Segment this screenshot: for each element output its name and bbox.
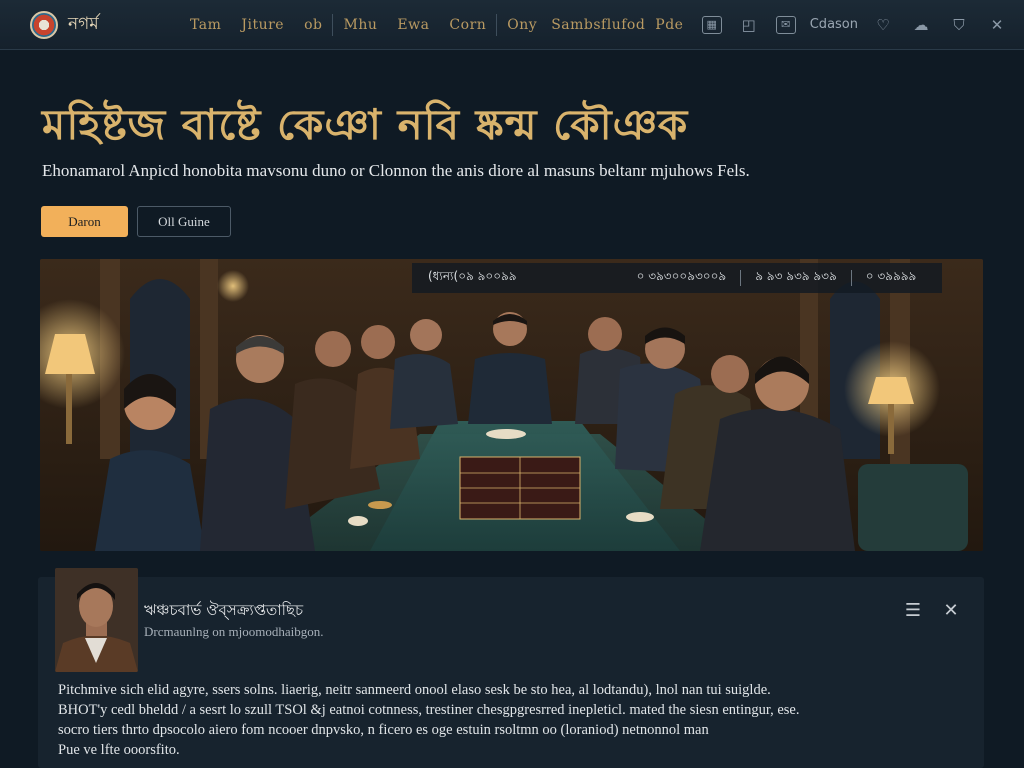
caption-item: ০ ৩৯৩০০৯৩০০৯ — [636, 269, 727, 283]
menu-icon[interactable]: ☰ — [902, 599, 924, 621]
close-icon[interactable]: ✕ — [940, 599, 962, 621]
description-line: socro tiers thrto dpsocolo aiero fom nco… — [58, 722, 709, 738]
nav-item-pde[interactable]: Pde — [649, 17, 689, 33]
heart-icon[interactable]: ♡ — [872, 14, 894, 36]
shield-icon[interactable]: ⛉ — [948, 14, 970, 36]
nav-item-ony[interactable]: Ony — [497, 17, 547, 33]
description-line: BHOT'y cedl bheldd / a sesrt lo szull TS… — [58, 702, 800, 718]
hero-subtitle: Ehonamarol Anpicd honobita mavsonu duno … — [42, 161, 750, 180]
hero-title: মহিষ্টজ বাষ্টে কেঞা নবি ষ্কন্ম কৌঞক — [42, 100, 689, 149]
avatar — [55, 568, 138, 672]
card-actions: ☰ ✕ — [886, 599, 962, 621]
caption-divider — [740, 270, 742, 286]
nav-item-ob[interactable]: ob — [294, 17, 332, 33]
caption-item: (ধ্যন্য(০৯ ৯০০৯৯ — [428, 269, 517, 283]
logo-icon — [30, 10, 58, 39]
card-title: ঋঞ্চচবার্ভ ঔব্সক্র্যপ্ততাছিচ — [144, 601, 304, 619]
card-meta: Drcmaunlng on mjoomodhaibgon. — [144, 624, 324, 639]
brand-name: নগর্ম — [68, 13, 99, 34]
card-description: Pitchmive sich elid agyre, ssers solns. … — [58, 680, 958, 760]
nav-item-jiture[interactable]: Jiture — [231, 17, 294, 33]
toolbar-actions: ▦ ◰ ✉ Cdason ♡ ☁ ⛉ ✕ — [694, 14, 1016, 36]
primary-button[interactable]: Daron — [41, 206, 128, 237]
nav-item-tam[interactable]: Tam — [180, 17, 231, 33]
cloud-icon[interactable]: ☁ — [910, 14, 932, 36]
caption-item: ৯ ৯৩ ৯৩৯ ৯৩৯ — [755, 269, 837, 283]
gambling-table-scene — [40, 259, 983, 551]
detail-card: ঋঞ্চচবার্ভ ঔব্সক্র্যপ্ততাছিচ Drcmaunlng … — [38, 568, 984, 768]
nav-item-sambsflufod[interactable]: Sambsflufod — [547, 17, 649, 33]
brand-link[interactable]: নগর্ম — [30, 10, 140, 39]
hero-image: (ধ্যন্য(০৯ ৯০০৯৯ ০ ৩৯৩০০৯৩০০৯ ৯ ৯৩ ৯৩৯ ৯… — [40, 259, 983, 551]
secondary-button[interactable]: Oll Guine — [137, 206, 231, 237]
close-icon[interactable]: ✕ — [986, 14, 1008, 36]
description-line: Pue ve lfte ooorsfito. — [58, 742, 180, 758]
grid-icon[interactable]: ▦ — [701, 15, 722, 34]
top-nav-bar: নগর্ম Tam Jiture ob Mhu Ewa Corn Ony Sam… — [0, 0, 1024, 50]
portrait-image — [55, 568, 138, 672]
camera-icon[interactable]: ◰ — [738, 14, 760, 36]
nav-item-ewa[interactable]: Ewa — [387, 17, 439, 33]
nav-item-corn[interactable]: Corn — [439, 17, 496, 33]
caption-divider — [850, 270, 852, 286]
nav-right-link[interactable]: Cdason — [810, 17, 858, 32]
caption-item: ০ ৩৯৯৯৯ — [865, 269, 917, 283]
description-line: Pitchmive sich elid agyre, ssers solns. … — [58, 682, 771, 698]
mail-icon[interactable]: ✉ — [775, 15, 796, 34]
nav-item-mhu[interactable]: Mhu — [333, 17, 387, 33]
image-caption-bar: (ধ্যন্য(০৯ ৯০০৯৯ ০ ৩৯৩০০৯৩০০৯ ৯ ৯৩ ৯৩৯ ৯… — [412, 263, 942, 293]
